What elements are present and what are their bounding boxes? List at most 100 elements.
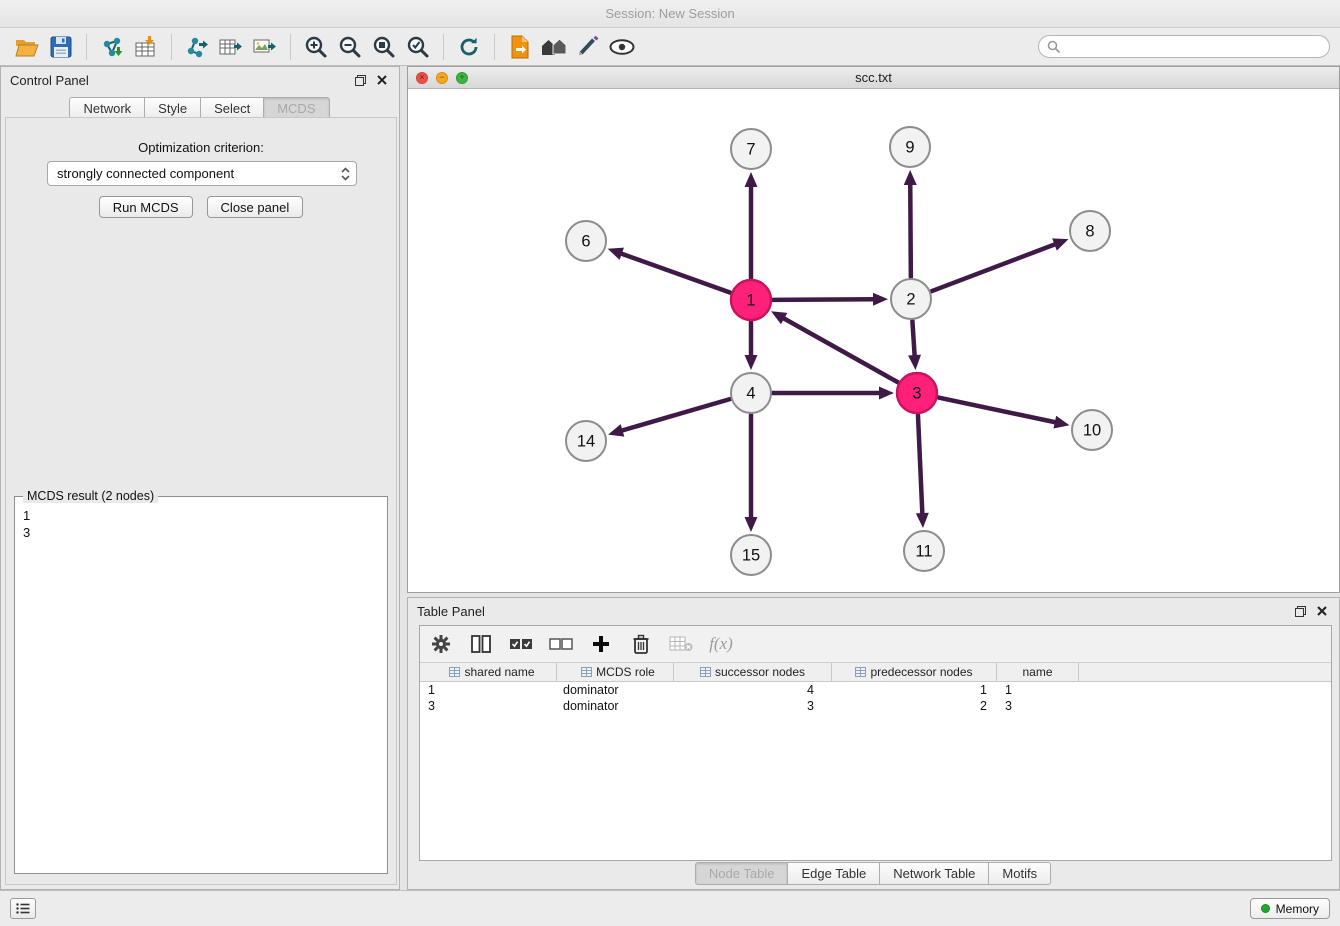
float-panel-icon[interactable] [352,72,368,88]
mcds-result-list[interactable]: 1 3 [15,497,387,541]
deselect-all-rows-icon[interactable] [548,631,574,657]
export-network-icon[interactable] [180,31,214,63]
column-label: predecessor nodes [870,665,972,679]
run-mcds-button[interactable]: Run MCDS [99,196,193,218]
search-input[interactable] [1065,40,1321,54]
fx-label: f(x) [709,634,733,654]
toolbar-separator [86,34,87,60]
tab-edge-table[interactable]: Edge Table [787,862,880,885]
graph-node-14[interactable]: 14 [566,421,606,461]
graph-edge-3-11[interactable] [916,415,929,528]
svg-text:8: 8 [1085,223,1094,241]
graph-node-10[interactable]: 10 [1072,410,1112,450]
delete-column-trash-icon[interactable] [628,631,654,657]
refresh-layout-icon[interactable] [452,31,486,63]
graph-edge-3-10[interactable] [939,398,1070,429]
toolbar-separator [171,34,172,60]
close-panel-button[interactable]: Close panel [207,196,304,218]
minimize-window-icon[interactable]: − [436,72,448,84]
network-canvas[interactable]: 7 9 6 8 1 2 4 3 14 10 15 11 [408,89,1339,592]
export-image-icon[interactable] [248,31,282,63]
network-window-titlebar: × − + scc.txt [408,67,1339,89]
mcds-tab-content: Optimization criterion: strongly connect… [5,117,397,885]
float-panel-icon[interactable] [1292,603,1308,619]
export-table-icon[interactable] [214,31,248,63]
graph-node-15[interactable]: 15 [731,535,771,575]
table-panel-tabs: Node Table Edge Table Network Table Moti… [408,862,1339,885]
mcds-result-box: MCDS result (2 nodes) 1 3 [14,496,388,874]
column-label: name [1022,665,1052,679]
table-settings-gear-icon[interactable] [428,631,454,657]
graph-edge-4-15[interactable] [745,415,758,532]
graph-edge-3-1[interactable] [771,311,898,382]
function-builder-icon[interactable]: f(x) [708,631,734,657]
graph-edge-2-8[interactable] [932,238,1069,291]
column-sort-icon [855,667,866,677]
cell-mcds-role: dominator [557,698,674,714]
tab-motifs[interactable]: Motifs [988,862,1051,885]
main-toolbar [0,28,1340,66]
show-hide-eye-icon[interactable] [605,31,639,63]
open-file-icon[interactable] [10,31,44,63]
graph-node-7[interactable]: 7 [731,129,771,169]
style-paint-icon[interactable] [571,31,605,63]
add-column-icon[interactable] [588,631,614,657]
graph-node-4[interactable]: 4 [731,373,771,413]
import-network-icon[interactable] [95,31,129,63]
zoom-out-icon[interactable] [333,31,367,63]
search-box[interactable] [1038,35,1330,58]
column-header-successor-nodes[interactable]: successor nodes [674,663,832,681]
table-row[interactable]: 3 dominator 3 2 3 [420,698,1331,714]
zoom-in-icon[interactable] [299,31,333,63]
delete-table-icon[interactable] [668,631,694,657]
close-panel-icon[interactable] [1314,603,1330,619]
graph-edge-1-4[interactable] [745,322,758,370]
graph-node-2[interactable]: 2 [891,279,931,319]
svg-text:9: 9 [905,139,914,157]
close-panel-icon[interactable] [374,72,390,88]
graph-edge-2-9[interactable] [904,170,917,277]
column-header-shared-name[interactable]: shared name [420,663,557,681]
zoom-fit-icon[interactable] [367,31,401,63]
table-row[interactable]: 1 dominator 4 1 1 [420,682,1331,698]
graph-edge-1-6[interactable] [608,248,731,293]
home-views-icon[interactable] [537,31,571,63]
graph-node-8[interactable]: 8 [1070,211,1110,251]
graph-edge-4-14[interactable] [608,399,730,436]
graph-node-9[interactable]: 9 [890,127,930,167]
mcds-buttons-row: Run MCDS Close panel [6,196,396,218]
graph-edge-4-3[interactable] [773,387,894,400]
mcds-result-item: 1 [23,507,379,524]
optimization-criterion-label: Optimization criterion: [6,140,396,155]
import-table-icon[interactable] [129,31,163,63]
first-neighbors-icon[interactable] [503,31,537,63]
memory-button[interactable]: Memory [1250,898,1330,919]
save-session-icon[interactable] [44,31,78,63]
mcds-result-title: MCDS result (2 nodes) [23,489,158,503]
graph-node-1[interactable]: 1 [731,280,771,320]
maximize-window-icon[interactable]: + [456,72,468,84]
select-all-rows-icon[interactable] [508,631,534,657]
column-label: successor nodes [715,665,805,679]
svg-text:14: 14 [577,433,595,451]
column-header-name[interactable]: name [997,663,1079,681]
tab-network-table[interactable]: Network Table [879,862,989,885]
show-columns-icon[interactable] [468,631,494,657]
column-header-predecessor-nodes[interactable]: predecessor nodes [832,663,997,681]
task-history-button[interactable] [10,898,36,919]
cell-mcds-role: dominator [557,682,674,698]
graph-node-6[interactable]: 6 [566,221,606,261]
column-header-mcds-role[interactable]: MCDS role [557,663,674,681]
zoom-selected-icon[interactable] [401,31,435,63]
graph-edge-1-7[interactable] [745,172,758,278]
table-panel-title: Table Panel [417,604,485,619]
cell-predecessor-nodes: 2 [832,698,997,714]
window-titlebar: Session: New Session [0,0,1340,28]
graph-edge-2-3[interactable] [908,321,921,370]
close-window-icon[interactable]: × [416,72,428,84]
graph-node-11[interactable]: 11 [904,531,944,571]
graph-node-3[interactable]: 3 [897,373,937,413]
graph-edge-1-2[interactable] [773,293,888,306]
tab-node-table[interactable]: Node Table [695,862,789,885]
optimization-criterion-dropdown[interactable]: strongly connected component [47,161,357,186]
